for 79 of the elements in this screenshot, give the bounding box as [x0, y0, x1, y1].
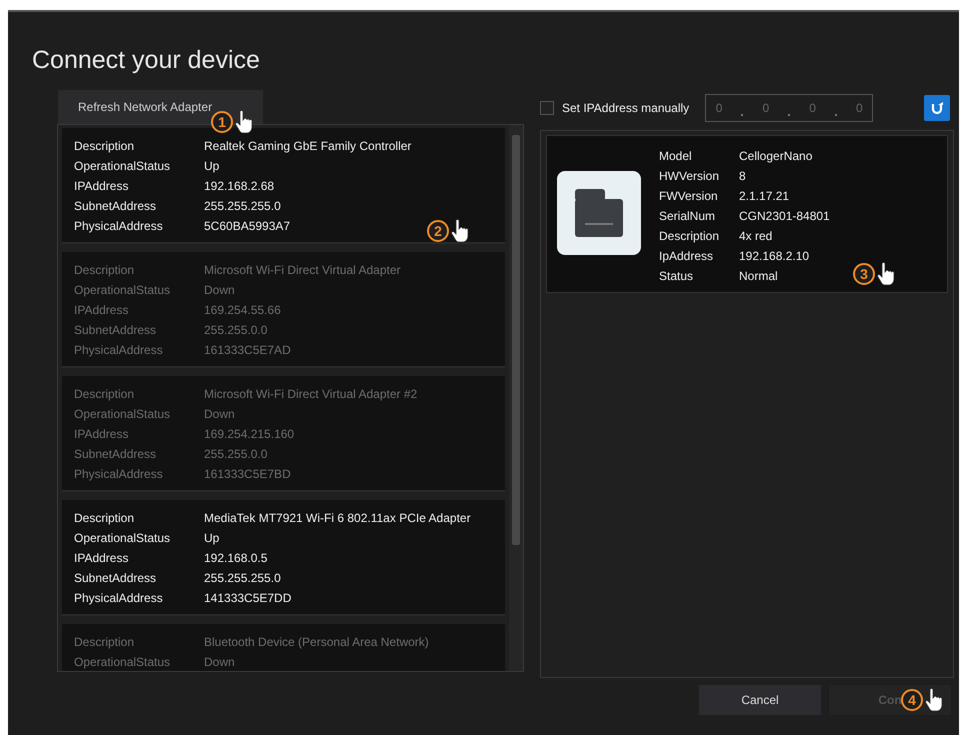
- field-label: OperationalStatus: [74, 654, 172, 671]
- field-label: IPAddress: [74, 302, 130, 319]
- field-label: SubnetAddress: [74, 446, 158, 463]
- field-value: 8: [739, 168, 746, 185]
- field-value: Up: [204, 158, 220, 175]
- field-label: Description: [659, 228, 720, 245]
- field-label: SubnetAddress: [74, 198, 158, 215]
- field-value: 255.255.0.0: [204, 322, 268, 339]
- field-label: Description: [74, 138, 136, 155]
- refresh-icon: [929, 100, 945, 116]
- field-value: Microsoft Wi-Fi Direct Virtual Adapter: [204, 262, 400, 279]
- field-value: CGN2301-84801: [739, 208, 830, 225]
- field-value: 255.255.0.0: [204, 446, 268, 463]
- field-value: 4x red: [739, 228, 772, 245]
- dialog-title: Connect your device: [31, 45, 261, 76]
- scrollbar[interactable]: [509, 125, 523, 671]
- field-value: Microsoft Wi-Fi Direct Virtual Adapter #2: [204, 386, 418, 403]
- dot-separator: [834, 114, 837, 116]
- field-label: OperationalStatus: [74, 282, 172, 299]
- adapter-card[interactable]: Description Microsoft Wi-Fi Direct Virtual Adapter #2 OperationalStatus Down IPAddress 169.254.215.160 SubnetAddress 255.255.0.0 PhysicalAddress 161333C5E7BD: [62, 376, 505, 492]
- field-label: SerialNum: [659, 208, 716, 225]
- field-label: PhysicalAddress: [74, 218, 164, 235]
- field-value: MediaTek MT7921 Wi-Fi 6 802.11ax PCIe Adapter: [204, 510, 471, 527]
- field-value: 255.255.255.0: [204, 198, 281, 215]
- dot-separator: [741, 114, 744, 116]
- field-label: IPAddress: [74, 426, 130, 443]
- field-value: Down: [204, 654, 235, 671]
- field-value: 161333C5E7AD: [204, 342, 291, 359]
- field-value: CellogerNano: [739, 148, 812, 165]
- field-value: Normal: [739, 268, 778, 285]
- ip-octet-text: 0: [809, 100, 816, 117]
- field-label: FWVersion: [659, 188, 719, 205]
- field-label: Description: [74, 262, 136, 279]
- field-value: 255.255.255.0: [204, 570, 281, 587]
- adapter-card[interactable]: Description MediaTek MT7921 Wi-Fi 6 802.11ax PCIe Adapter OperationalStatus Up IPAddress 192.168.0.5 SubnetAddress 255.255.255.0 PhysicalAddress 141333C5E7DD: [62, 500, 505, 616]
- field-label: HWVersion: [659, 168, 720, 185]
- field-label: PhysicalAddress: [74, 466, 164, 483]
- field-label: OperationalStatus: [74, 406, 172, 423]
- ip-octet-text: 0: [856, 100, 863, 117]
- adapter-card[interactable]: Description Microsoft Wi-Fi Direct Virtual Adapter OperationalStatus Down IPAddress 169.254.55.66 SubnetAddress 255.255.0.0 PhysicalAddress 161333C5E7AD: [62, 252, 505, 368]
- field-value: 5C60BA5993A7: [204, 218, 290, 235]
- field-label: OperationalStatus: [74, 158, 172, 175]
- dialog-button[interactable]: Cancel: [699, 685, 821, 715]
- field-value: 169.254.215.160: [204, 426, 294, 443]
- field-value: Bluetooth Device (Personal Area Network): [204, 634, 429, 651]
- field-value: 141333C5E7DD: [204, 590, 292, 607]
- field-label: Description: [74, 510, 136, 527]
- hand-cursor-icon: [925, 688, 943, 712]
- field-value: Down: [204, 406, 235, 423]
- field-value: Up: [204, 530, 220, 547]
- field-label: SubnetAddress: [74, 322, 158, 339]
- field-label: Status: [659, 268, 694, 285]
- field-label: IpAddress: [659, 248, 714, 265]
- field-value: 2.1.17.21: [739, 188, 790, 205]
- checkbox[interactable]: [540, 101, 554, 115]
- field-label: Description: [74, 634, 136, 651]
- field-label: PhysicalAddress: [74, 590, 164, 607]
- dot-separator: [788, 114, 790, 116]
- field-label: Description: [74, 386, 136, 403]
- field-label: PhysicalAddress: [74, 342, 164, 359]
- field-value: 161333C5E7BD: [204, 466, 291, 483]
- refresh-button[interactable]: [924, 95, 950, 121]
- field-value: 192.168.0.5: [204, 550, 268, 567]
- field-label: IPAddress: [74, 178, 130, 195]
- ip-octet-text: 0: [716, 100, 722, 117]
- field-value: 192.168.2.10: [739, 248, 810, 265]
- ip-octet-text: 0: [762, 100, 770, 117]
- field-label: IPAddress: [74, 550, 130, 567]
- field-value: Realtek Gaming GbE Family Controller: [204, 138, 412, 155]
- hand-cursor-icon: [451, 219, 469, 243]
- field-label: OperationalStatus: [74, 530, 172, 547]
- field-label: SubnetAddress: [74, 570, 158, 587]
- field-value: 192.168.2.68: [204, 178, 274, 195]
- field-value: 169.254.55.66: [204, 302, 281, 319]
- field-label: Model: [659, 148, 693, 165]
- adapter-card[interactable]: Description Bluetooth Device (Personal Area Network) OperationalStatus Down: [62, 624, 505, 671]
- checkbox-label: Set IPAddress manually: [562, 100, 690, 117]
- field-value: Down: [204, 282, 235, 299]
- hand-cursor-icon: [877, 262, 895, 286]
